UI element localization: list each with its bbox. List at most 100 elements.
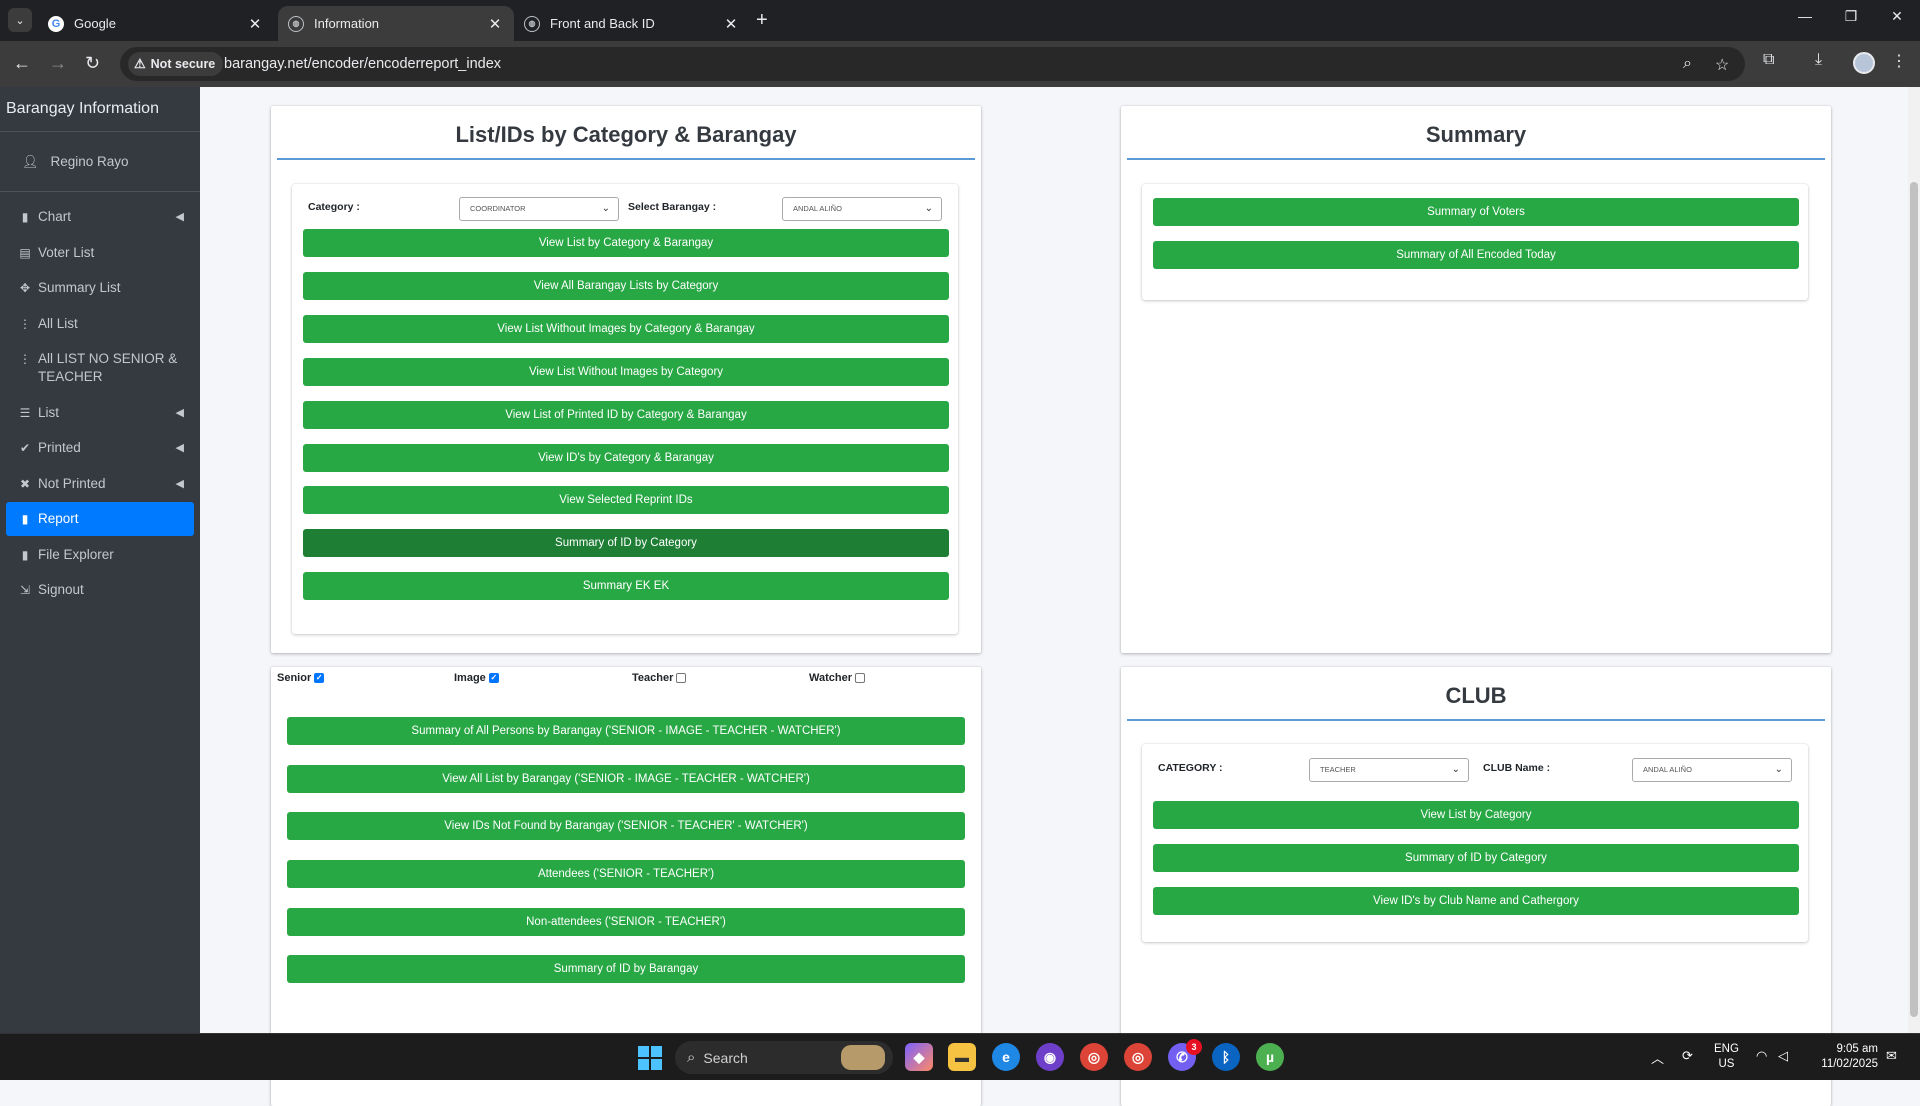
user-icon: 👤︎ <box>22 153 39 169</box>
checkbox-unchecked-icon[interactable] <box>855 673 865 683</box>
page-scrollbar[interactable] <box>1908 87 1920 1033</box>
download-icon[interactable]: ⤓ <box>1815 51 1822 69</box>
file-explorer-icon[interactable]: ▬ <box>948 1043 976 1071</box>
address-bar[interactable]: ⚠ Not secure barangay.net/encoder/encode… <box>120 47 1745 81</box>
view-selected-reprint-ids-button[interactable]: View Selected Reprint IDs <box>303 486 949 514</box>
tab-information[interactable]: ◍ Information ✕ <box>278 6 514 41</box>
back-arrow-icon[interactable]: ← <box>13 53 31 73</box>
sidebar-item-chart[interactable]: ▮ Chart ◀ <box>6 200 194 234</box>
clock[interactable]: 9:05 am 11/02/2025 <box>1802 1042 1878 1072</box>
view-all-barangay-lists-button[interactable]: View All Barangay Lists by Category <box>303 272 949 300</box>
sidebar-item-not-printed[interactable]: ✖ Not Printed ◀ <box>6 467 194 501</box>
view-all-list-by-barangay-button[interactable]: View All List by Barangay ('SENIOR - IMA… <box>287 765 965 793</box>
non-attendees-button[interactable]: Non-attendees ('SENIOR - TEACHER') <box>287 908 965 936</box>
view-ids-not-found-button[interactable]: View IDs Not Found by Barangay ('SENIOR … <box>287 812 965 840</box>
copilot-icon[interactable]: ◆ <box>905 1043 933 1071</box>
tray-overflow-chevron-icon[interactable]: ︿ <box>1651 1048 1664 1067</box>
view-list-without-images-category-barangay-button[interactable]: View List Without Images by Category & B… <box>303 315 949 343</box>
profile-avatar[interactable] <box>1853 52 1875 74</box>
zoom-icon[interactable]: ⌕ <box>1683 55 1692 73</box>
sidebar-item-label: File Explorer <box>38 546 114 562</box>
github-icon[interactable]: ◉ <box>1036 1043 1064 1071</box>
checkbox-unchecked-icon[interactable] <box>676 673 687 683</box>
watcher-checkbox[interactable]: Watcher <box>809 672 865 684</box>
bookmark-star-icon[interactable]: ☆ <box>1715 55 1729 75</box>
close-window-button[interactable]: ✕ <box>1874 8 1920 25</box>
utorrent-icon[interactable]: µ <box>1256 1043 1284 1071</box>
extensions-icon[interactable]: ⧉ <box>1763 51 1774 69</box>
lang-line2: US <box>1718 1058 1735 1070</box>
sync-icon[interactable]: ⟳ <box>1682 1048 1693 1064</box>
club-name-select[interactable]: ANDAL ALIÑO ⌄ <box>1632 758 1792 782</box>
windows-start-icon[interactable] <box>638 1046 662 1070</box>
language-indicator[interactable]: ENG US <box>1714 1042 1739 1072</box>
chrome-icon[interactable]: ◎ <box>1080 1043 1108 1071</box>
wifi-icon[interactable]: ◠ <box>1756 1048 1767 1064</box>
tab-front-and-back-id[interactable]: ◍ Front and Back ID ✕ <box>514 6 750 41</box>
checkbox-checked-icon[interactable]: ✓ <box>488 673 499 683</box>
view-list-by-category-barangay-button[interactable]: View List by Category & Barangay <box>303 229 949 257</box>
sidebar-item-label: Voter List <box>38 244 95 260</box>
sidebar-item-label: Summary List <box>38 280 121 295</box>
sidebar-item-signout[interactable]: ⇲ Signout <box>6 573 194 607</box>
senior-checkbox[interactable]: Senior ✓ <box>277 672 325 684</box>
taskbar-search[interactable]: ⌕ Search <box>675 1041 893 1074</box>
tab-google[interactable]: G Google ✕ <box>38 6 274 41</box>
checkbox-checked-icon[interactable]: ✓ <box>314 673 325 683</box>
chevron-down-icon: ⌄ <box>924 203 933 214</box>
notification-icon[interactable]: ✉ <box>1886 1048 1897 1064</box>
chrome-active-icon[interactable]: ◎ <box>1124 1043 1152 1071</box>
summary-of-voters-button[interactable]: Summary of Voters <box>1153 198 1799 226</box>
scrollbar-thumb[interactable] <box>1910 182 1918 1017</box>
vertical-dots-icon: ⋮ <box>19 316 31 331</box>
forward-arrow-icon[interactable]: → <box>49 53 67 73</box>
sidebar-item-all-list-no-senior-teacher[interactable]: ⋮ All LIST NO SENIOR & TEACHER <box>6 342 194 394</box>
new-tab-button[interactable]: + <box>756 10 768 30</box>
summary-encoded-today-button[interactable]: Summary of All Encoded Today <box>1153 241 1799 269</box>
club-category-select[interactable]: TEACHER ⌄ <box>1309 758 1469 782</box>
close-tab-icon[interactable]: ✕ <box>246 15 264 33</box>
close-tab-icon[interactable]: ✕ <box>486 15 504 33</box>
brand-title[interactable]: Barangay Information <box>0 87 200 132</box>
view-printed-id-list-button[interactable]: View List of Printed ID by Category & Ba… <box>303 401 949 429</box>
caret-left-icon: ◀ <box>175 406 184 419</box>
club-view-ids-button[interactable]: View ID's by Club Name and Cathergory <box>1153 887 1799 915</box>
security-chip[interactable]: ⚠ Not secure <box>128 52 224 76</box>
summary-of-id-by-barangay-button[interactable]: Summary of ID by Barangay <box>287 955 965 983</box>
sidebar-item-list[interactable]: ☰ List ◀ <box>6 396 194 430</box>
volume-icon[interactable]: ◁ <box>1778 1048 1788 1064</box>
summary-card: Summary Summary of Voters Summary of All… <box>1121 106 1831 653</box>
viber-icon[interactable]: ✆ 3 <box>1168 1039 1202 1071</box>
restore-button[interactable]: ❐ <box>1828 8 1874 25</box>
club-name-select-value: ANDAL ALIÑO <box>1643 765 1692 774</box>
club-summary-of-id-button[interactable]: Summary of ID by Category <box>1153 844 1799 872</box>
sidebar-item-label: List <box>38 404 60 420</box>
sidebar-item-all-list[interactable]: ⋮ All List <box>6 307 194 341</box>
sidebar-item-file-explorer[interactable]: ▮ File Explorer <box>6 538 194 572</box>
club-view-list-button[interactable]: View List by Category <box>1153 801 1799 829</box>
teacher-checkbox[interactable]: Teacher <box>632 672 687 684</box>
reload-icon[interactable]: ↻ <box>85 53 100 73</box>
sidebar-item-summary-list[interactable]: ✥ Summary List <box>6 271 194 305</box>
close-tab-icon[interactable]: ✕ <box>722 15 740 33</box>
user-panel[interactable]: 👤︎ Regino Rayo <box>0 132 200 192</box>
view-ids-by-category-barangay-button[interactable]: View ID's by Category & Barangay <box>303 444 949 472</box>
summary-all-persons-button[interactable]: Summary of All Persons by Barangay ('SEN… <box>287 717 965 745</box>
url-text[interactable]: barangay.net/encoder/encoderreport_index <box>224 56 501 72</box>
view-list-without-images-category-button[interactable]: View List Without Images by Category <box>303 358 949 386</box>
sidebar-item-voter-list[interactable]: ▤ Voter List <box>6 236 194 270</box>
caret-left-icon: ◀ <box>175 211 184 223</box>
attendees-button[interactable]: Attendees ('SENIOR - TEACHER') <box>287 860 965 888</box>
sidebar-item-printed[interactable]: ✔ Printed ◀ <box>6 431 194 465</box>
edge-icon[interactable]: e <box>992 1043 1020 1071</box>
summary-of-id-by-category-button[interactable]: Summary of ID by Category <box>303 529 949 557</box>
image-checkbox[interactable]: Image ✓ <box>454 672 499 684</box>
minimize-button[interactable]: — <box>1782 8 1828 24</box>
bluetooth-icon[interactable]: ᛒ <box>1212 1043 1240 1071</box>
tab-search-button[interactable]: ⌄ <box>8 8 32 32</box>
summary-ek-ek-button[interactable]: Summary EK EK <box>303 572 949 600</box>
menu-dots-icon[interactable]: ⋮ <box>1891 51 1907 71</box>
barangay-select[interactable]: ANDAL ALIÑO ⌄ <box>782 197 942 221</box>
category-select[interactable]: COORDINATOR ⌄ <box>459 197 619 221</box>
sidebar-item-report[interactable]: ▮ Report <box>6 502 194 536</box>
